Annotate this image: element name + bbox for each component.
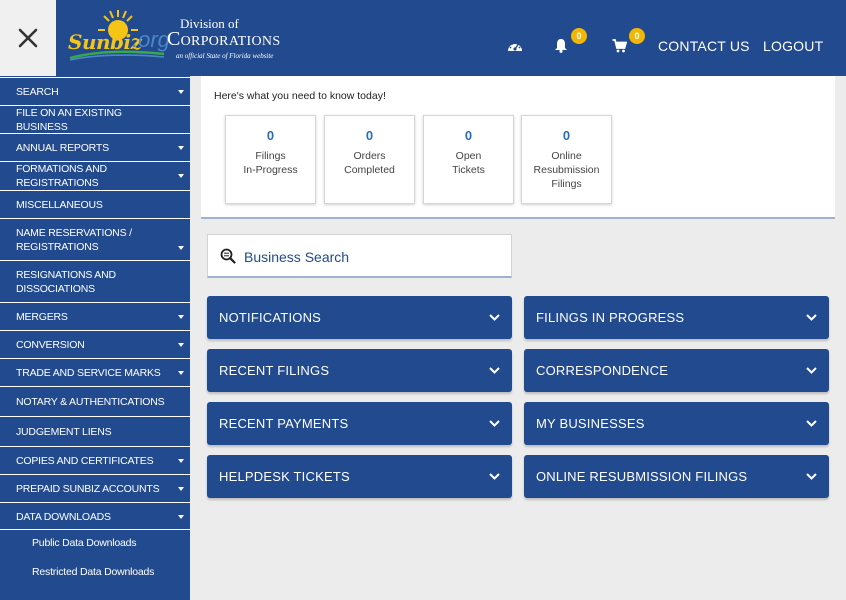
stat-label: Filings In-Progress <box>243 150 298 176</box>
sidebar-item-label: NOTARY & AUTHENTICATIONS <box>16 395 165 408</box>
sidebar-item-label: NAME RESERVATIONS / REGISTRATIONS <box>16 226 132 253</box>
sidebar-item-label: JUDGEMENT LIENS <box>16 425 112 438</box>
accordion-helpdesk-tickets[interactable]: HELPDESK TICKETS <box>207 455 512 498</box>
summary-card: Here's what you need to know today! 0 Fi… <box>201 76 835 219</box>
sunbiz-logo[interactable]: Sunbiz .org Division of Corporations an … <box>66 6 296 68</box>
sidebar-item-label: FILE ON AN EXISTING BUSINESS <box>16 106 122 133</box>
logo-corporations-text: Corporations <box>167 28 281 50</box>
logout-link[interactable]: LOGOUT <box>763 38 823 54</box>
sidebar-item-label: PREPAID SUNBIZ ACCOUNTS <box>16 482 160 495</box>
chevron-down-icon <box>806 367 817 374</box>
sidebar-item-search[interactable]: SEARCH <box>0 77 190 105</box>
accordion-notifications[interactable]: NOTIFICATIONS <box>207 296 512 339</box>
search-icon <box>220 248 236 264</box>
chevron-down-icon <box>489 420 500 427</box>
chevron-down-icon <box>489 367 500 374</box>
accordion-label: NOTIFICATIONS <box>219 310 322 325</box>
dashboard-gauge-icon[interactable] <box>507 39 523 53</box>
accordion-correspondence[interactable]: CORRESPONDENCE <box>524 349 829 392</box>
sidebar-item-label: ANNUAL REPORTS <box>16 141 109 154</box>
sidebar-nav: SEARCH FILE ON AN EXISTING BUSINESS ANNU… <box>0 76 190 600</box>
sidebar-item-miscellaneous[interactable]: MISCELLANEOUS <box>0 190 190 218</box>
caret-down-icon <box>178 486 184 491</box>
caret-down-icon <box>178 246 184 250</box>
stat-online-resubmission-filings[interactable]: 0 Online Resubmission Filings <box>521 115 612 204</box>
accordion-recent-filings[interactable]: RECENT FILINGS <box>207 349 512 392</box>
accordion-label: CORRESPONDENCE <box>536 363 669 378</box>
caret-down-icon <box>178 314 184 319</box>
sidebar-item-label: FORMATIONS AND REGISTRATIONS <box>16 163 107 189</box>
stat-orders-completed[interactable]: 0 Orders Completed <box>324 115 415 204</box>
sidebar-item-copies-certificates[interactable]: COPIES AND CERTIFICATES <box>0 446 190 474</box>
sidebar-item-annual-reports[interactable]: ANNUAL REPORTS <box>0 133 190 161</box>
summary-intro-text: Here's what you need to know today! <box>214 90 386 102</box>
accordion-filings-in-progress[interactable]: FILINGS IN PROGRESS <box>524 296 829 339</box>
accordion-label: RECENT PAYMENTS <box>219 416 349 431</box>
sidebar-item-judgement-liens[interactable]: JUDGEMENT LIENS <box>0 416 190 446</box>
caret-down-icon <box>178 174 184 178</box>
close-icon <box>18 28 38 48</box>
sidebar-item-trade-service-marks[interactable]: TRADE AND SERVICE MARKS <box>0 358 190 386</box>
accordion-online-resubmission-filings[interactable]: ONLINE RESUBMISSION FILINGS <box>524 455 829 498</box>
sidebar-item-label: MISCELLANEOUS <box>16 198 103 211</box>
stat-filings-in-progress[interactable]: 0 Filings In-Progress <box>225 115 316 204</box>
sidebar-item-prepaid-accounts[interactable]: PREPAID SUNBIZ ACCOUNTS <box>0 474 190 502</box>
caret-down-icon <box>178 458 184 463</box>
chevron-down-icon <box>806 473 817 480</box>
caret-down-icon <box>178 89 184 94</box>
sidebar-item-resignations[interactable]: RESIGNATIONS AND DISSOCIATIONS <box>0 260 190 302</box>
divider <box>0 529 190 530</box>
sidebar-item-mergers[interactable]: MERGERS <box>0 302 190 330</box>
stat-label: Orders Completed <box>344 150 395 176</box>
sidebar-item-label: MERGERS <box>16 310 68 323</box>
chevron-down-icon <box>806 314 817 321</box>
caret-down-icon <box>178 370 184 375</box>
chevron-down-icon <box>489 314 500 321</box>
contact-us-link[interactable]: CONTACT US <box>658 38 750 54</box>
stat-label: Online Resubmission Filings <box>533 150 600 190</box>
sidebar-item-name-reservations[interactable]: NAME RESERVATIONS / REGISTRATIONS <box>0 218 190 260</box>
chevron-down-icon <box>806 420 817 427</box>
cart-count-badge: 0 <box>629 28 645 44</box>
accordion-label: MY BUSINESSES <box>536 416 645 431</box>
stat-value: 0 <box>365 128 374 143</box>
logo-swoosh-icon <box>69 50 165 61</box>
bell-icon[interactable] <box>554 38 568 53</box>
sidebar-item-label: CONVERSION <box>16 338 85 351</box>
stat-value: 0 <box>562 128 571 143</box>
accordion-label: ONLINE RESUBMISSION FILINGS <box>536 469 748 484</box>
sidebar-item-file-existing-business[interactable]: FILE ON AN EXISTING BUSINESS <box>0 105 190 133</box>
sidebar-item-label: SEARCH <box>16 85 59 98</box>
stat-open-tickets[interactable]: 0 Open Tickets <box>423 115 514 204</box>
sidebar-item-label: COPIES AND CERTIFICATES <box>16 454 154 467</box>
accordion-label: FILINGS IN PROGRESS <box>536 310 685 325</box>
top-header: Sunbiz .org Division of Corporations an … <box>0 0 846 76</box>
sidebar-item-data-downloads[interactable]: DATA DOWNLOADS <box>0 502 190 530</box>
sidebar-item-label: RESIGNATIONS AND DISSOCIATIONS <box>16 268 116 295</box>
sidebar-item-notary[interactable]: NOTARY & AUTHENTICATIONS <box>0 386 190 416</box>
stat-value: 0 <box>464 128 473 143</box>
notifications-count-badge: 0 <box>571 28 587 44</box>
chevron-down-icon <box>489 473 500 480</box>
accordion-my-businesses[interactable]: MY BUSINESSES <box>524 402 829 445</box>
sidebar-subitem-public-data-downloads[interactable]: Public Data Downloads <box>32 537 137 549</box>
sidebar-item-label: TRADE AND SERVICE MARKS <box>16 366 161 379</box>
logo-tagline: an official State of Florida website <box>176 52 274 60</box>
accordion-label: RECENT FILINGS <box>219 363 330 378</box>
close-menu-button[interactable] <box>0 0 56 76</box>
stat-label: Open Tickets <box>452 150 485 176</box>
sidebar-item-conversion[interactable]: CONVERSION <box>0 330 190 358</box>
accordion-label: HELPDESK TICKETS <box>219 469 350 484</box>
business-search-button[interactable]: Business Search <box>207 234 512 278</box>
caret-down-icon <box>178 145 184 150</box>
accordion-recent-payments[interactable]: RECENT PAYMENTS <box>207 402 512 445</box>
business-search-label: Business Search <box>244 249 350 265</box>
sidebar-item-formations[interactable]: FORMATIONS AND REGISTRATIONS <box>0 161 190 190</box>
sidebar-subitem-restricted-data-downloads[interactable]: Restricted Data Downloads <box>32 566 154 578</box>
caret-down-icon <box>178 514 184 519</box>
caret-down-icon <box>178 342 184 347</box>
sidebar-item-label: DATA DOWNLOADS <box>16 510 111 523</box>
stat-value: 0 <box>266 128 275 143</box>
cart-icon[interactable] <box>612 39 627 53</box>
